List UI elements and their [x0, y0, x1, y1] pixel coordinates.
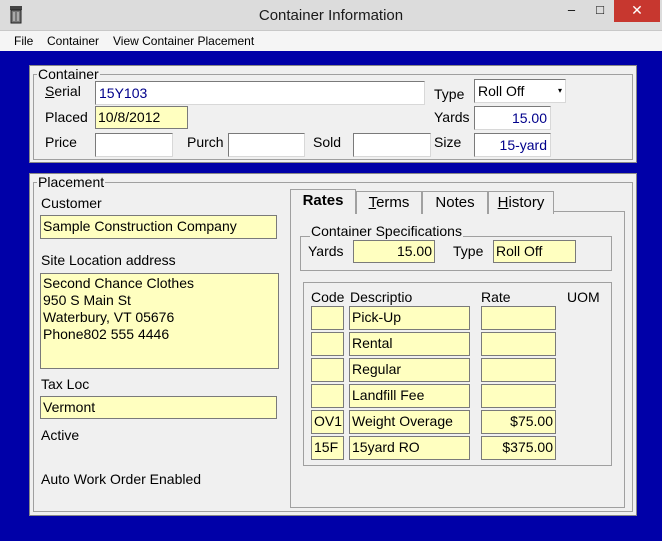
sold-label: Sold [313, 134, 342, 150]
rate-row-rate[interactable] [481, 384, 556, 408]
placed-label: Placed [45, 109, 88, 125]
size-label: Size [434, 134, 462, 150]
specs-yards-label: Yards [308, 243, 344, 259]
site-address-field[interactable]: Second Chance Clothes 950 S Main St Wate… [40, 273, 279, 369]
auto-work-order-label: Auto Work Order Enabled [41, 471, 202, 487]
container-specs-legend: Container Specifications [310, 223, 463, 239]
menu-file[interactable]: File [14, 34, 33, 48]
rate-row-code[interactable] [311, 358, 344, 382]
yards-label: Yards [434, 109, 470, 125]
type-select-value: Roll Off [478, 83, 525, 99]
tab-history[interactable]: History [488, 191, 554, 214]
menu-container[interactable]: Container [47, 34, 99, 48]
serial-input[interactable]: 15Y103 [95, 81, 425, 105]
customer-field[interactable]: Sample Construction Company [40, 215, 277, 239]
tab-notes[interactable]: Notes [422, 191, 488, 214]
placed-date-field[interactable]: 10/8/2012 [95, 106, 188, 129]
rate-row-rate[interactable] [481, 332, 556, 356]
rate-row-code[interactable]: 15F [311, 436, 344, 460]
specs-yards-field[interactable]: 15.00 [353, 240, 435, 263]
serial-label: Serial [45, 83, 81, 99]
tab-terms-label: erms [376, 194, 410, 211]
minimize-button[interactable]: – [557, 0, 586, 22]
container-legend: Container [37, 66, 100, 82]
sold-input[interactable] [353, 133, 431, 157]
col-header-rate: Rate [481, 289, 511, 305]
purch-input[interactable] [228, 133, 305, 157]
specs-type-field[interactable]: Roll Off [493, 240, 576, 263]
maximize-button[interactable]: □ [586, 0, 614, 22]
price-label: Price [45, 134, 77, 150]
rate-row-description[interactable]: 15yard RO [349, 436, 470, 460]
rate-row-rate[interactable]: $375.00 [481, 436, 556, 460]
size-input[interactable]: 15-yard [474, 133, 551, 157]
tax-loc-label: Tax Loc [41, 376, 90, 392]
col-header-code: Code [311, 289, 345, 305]
title-bar: Container Information – □ ✕ [0, 0, 662, 31]
type-select[interactable]: Roll Off [474, 79, 566, 103]
rate-row-description[interactable]: Regular [349, 358, 470, 382]
yards-input[interactable]: 15.00 [474, 106, 551, 130]
close-button[interactable]: ✕ [614, 0, 660, 22]
rate-row-rate[interactable] [481, 358, 556, 382]
serial-label-rest: erial [54, 83, 81, 99]
rate-row-description[interactable]: Pick-Up [349, 306, 470, 330]
tab-terms[interactable]: Terms [356, 191, 422, 214]
col-header-uom: UOM [567, 289, 600, 305]
rate-row-code[interactable] [311, 306, 344, 330]
active-label: Active [41, 427, 80, 443]
menu-view-container-placement[interactable]: View Container Placement [113, 34, 254, 48]
rate-row-description[interactable]: Rental [349, 332, 470, 356]
rate-row-code[interactable]: OV1 [311, 410, 344, 434]
menu-bar: File Container View Container Placement [0, 31, 662, 51]
purch-label: Purch [187, 134, 224, 150]
rate-row-rate[interactable] [481, 306, 556, 330]
tab-history-label: istory [508, 194, 545, 211]
site-location-label: Site Location address [41, 252, 176, 268]
col-header-description: Descriptio [350, 289, 413, 305]
placement-legend: Placement [37, 174, 106, 190]
rate-row-code[interactable] [311, 332, 344, 356]
rate-row-description[interactable]: Weight Overage [349, 410, 470, 434]
type-label: Type [434, 86, 465, 102]
rate-row-rate[interactable]: $75.00 [481, 410, 556, 434]
price-input[interactable] [95, 133, 173, 157]
dropdown-arrow-icon[interactable]: ▾ [555, 81, 565, 101]
tab-rates[interactable]: Rates [290, 189, 356, 214]
tax-loc-field[interactable]: Vermont [40, 396, 277, 419]
customer-label: Customer [41, 195, 102, 211]
rate-row-code[interactable] [311, 384, 344, 408]
specs-type-label: Type [453, 243, 484, 259]
rate-row-description[interactable]: Landfill Fee [349, 384, 470, 408]
